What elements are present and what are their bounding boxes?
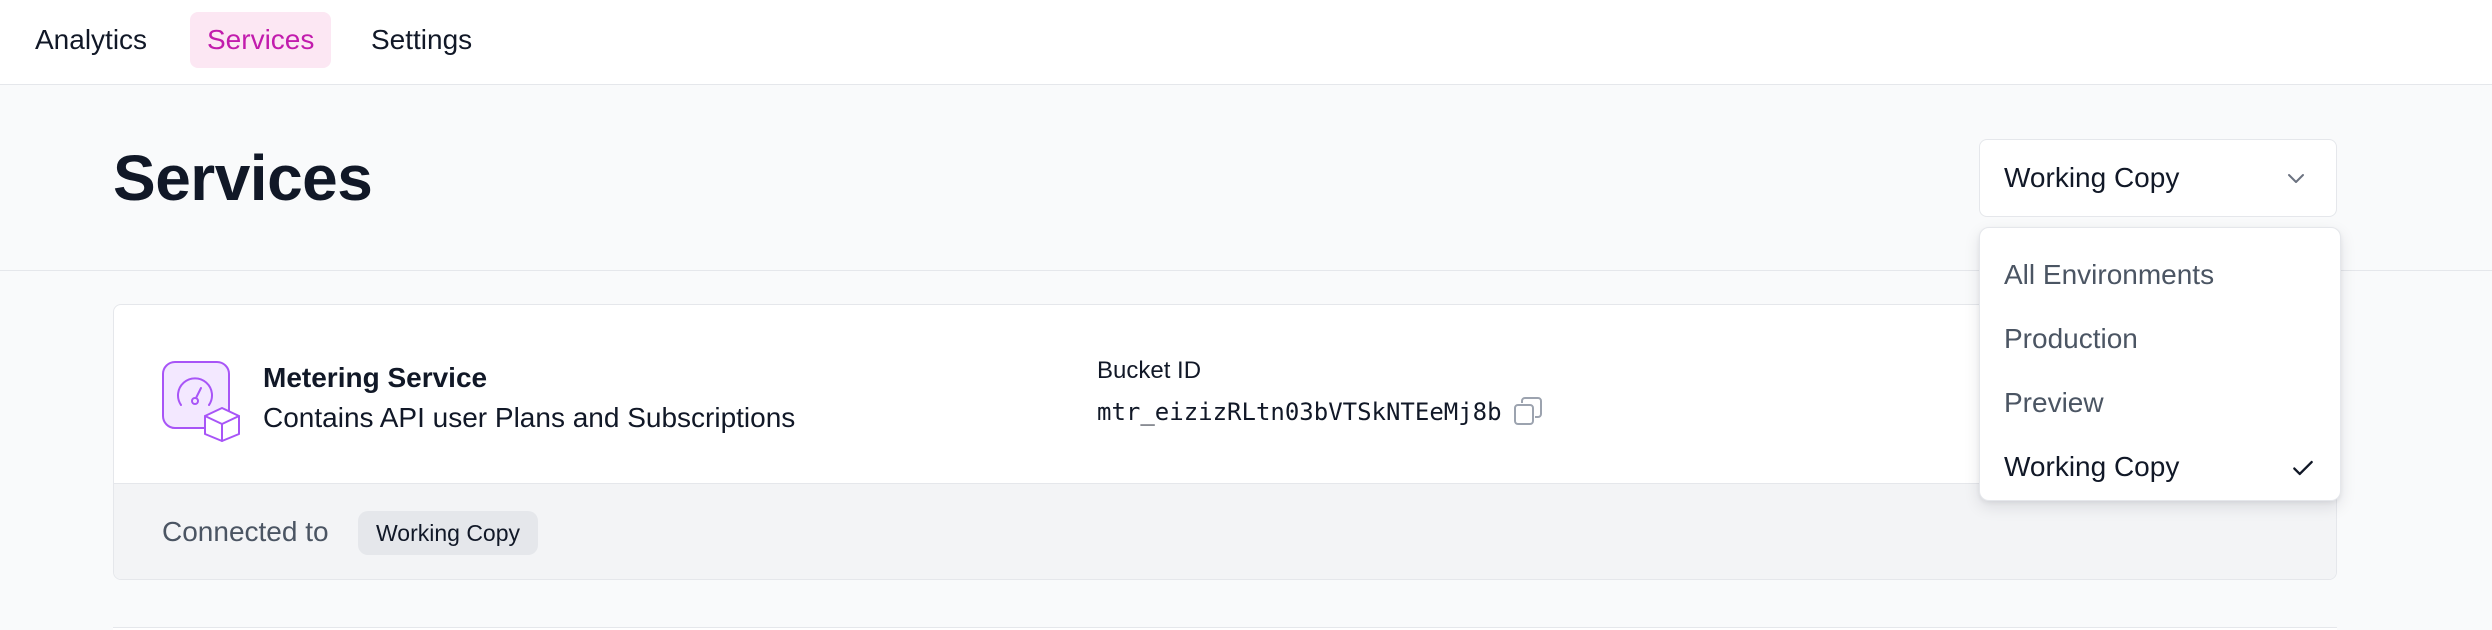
bucket-id-label: Bucket ID bbox=[1097, 357, 1202, 384]
metering-gauge-icon bbox=[162, 361, 240, 442]
environment-badge: Working Copy bbox=[358, 511, 539, 555]
environment-option-working-copy[interactable]: Working Copy bbox=[1980, 435, 2340, 499]
chevron-down-icon bbox=[2288, 174, 2304, 183]
environment-option-label: All Environments bbox=[2004, 259, 2215, 290]
environment-select[interactable]: Working Copy bbox=[1979, 139, 2337, 217]
service-name: Metering Service bbox=[263, 362, 488, 393]
copy-icon[interactable] bbox=[1511, 394, 1545, 428]
environment-option-label: Preview bbox=[2004, 387, 2104, 418]
environment-option-all[interactable]: All Environments bbox=[1980, 243, 2340, 307]
bucket-id-value: mtr_eizizRLtn03bVTSkNTEeMj8b bbox=[1097, 398, 1502, 426]
tab-analytics[interactable]: Analytics bbox=[18, 12, 164, 68]
tab-services[interactable]: Services bbox=[190, 12, 332, 68]
environment-menu: All Environments Production Preview Work… bbox=[1979, 227, 2341, 501]
environment-select-value: Working Copy bbox=[2004, 162, 2180, 193]
top-nav: Analytics Services Settings bbox=[0, 0, 2492, 85]
tab-settings[interactable]: Settings bbox=[354, 12, 489, 68]
environment-option-preview[interactable]: Preview bbox=[1980, 371, 2340, 435]
page-title: Services bbox=[113, 142, 373, 214]
environment-option-label: Working Copy bbox=[2004, 451, 2180, 482]
check-icon bbox=[2293, 460, 2313, 476]
connected-to-label: Connected to bbox=[162, 516, 329, 547]
environment-option-production[interactable]: Production bbox=[1980, 307, 2340, 371]
service-description: Contains API user Plans and Subscription… bbox=[263, 402, 796, 433]
environment-option-label: Production bbox=[2004, 323, 2138, 354]
